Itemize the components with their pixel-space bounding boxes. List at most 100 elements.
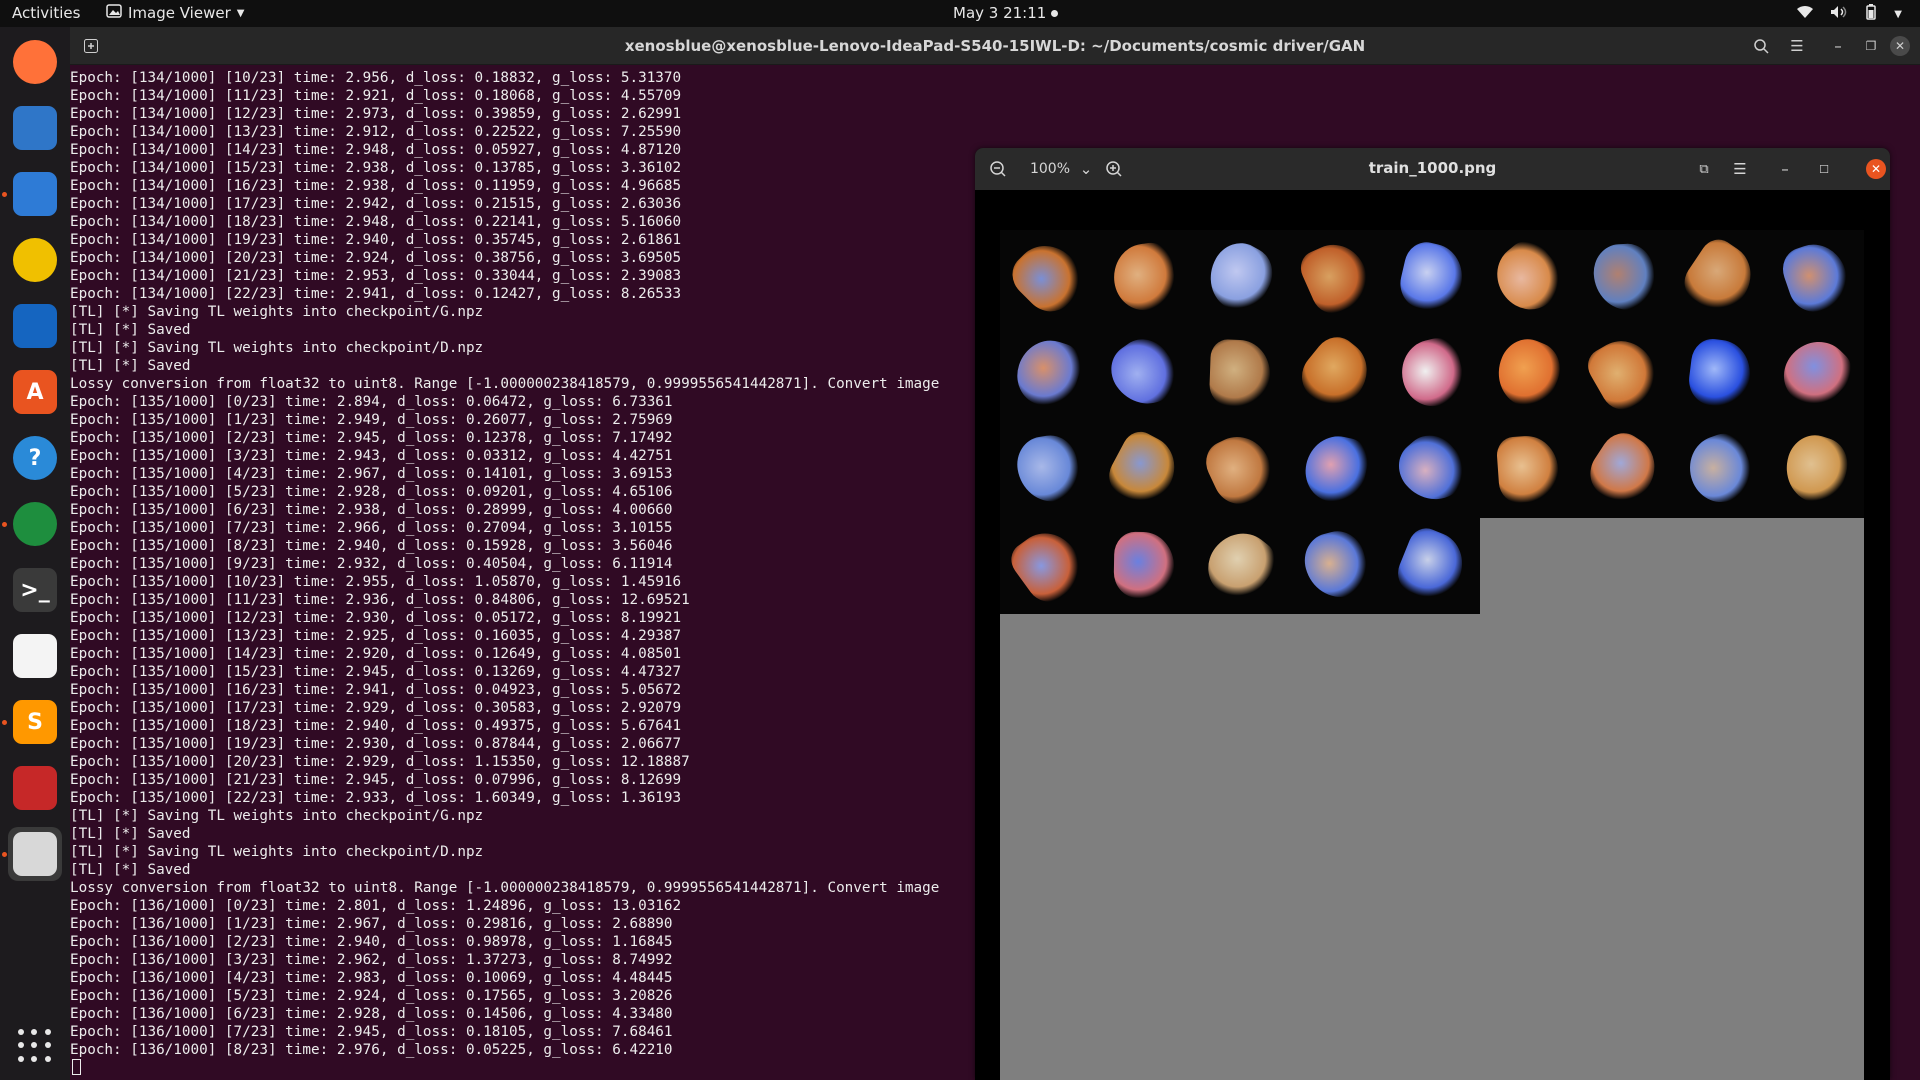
terminal-output[interactable]: Epoch: [134/1000] [10/23] time: 2.956, d… [70, 69, 975, 1080]
terminal-line: Epoch: [135/1000] [5/23] time: 2.928, d_… [70, 484, 673, 500]
terminal-icon: >_ [13, 568, 57, 612]
generated-sample-shape [1580, 424, 1668, 514]
generated-sample-shape [1102, 425, 1186, 513]
rhythmbox-launcher[interactable] [8, 233, 62, 287]
terminal-line: [TL] [*] Saved [70, 826, 191, 842]
generated-sample-tile [1288, 518, 1384, 614]
thunderbird-launcher[interactable] [8, 101, 62, 155]
terminal-line: [TL] [*] Saved [70, 322, 191, 338]
app-menu[interactable]: Image Viewer ▼ [106, 4, 244, 22]
apps-grid-dot-icon [18, 1029, 24, 1035]
menu-button[interactable]: ☰ [1784, 33, 1810, 59]
generated-sample-tile [1384, 518, 1480, 614]
minimize-icon: – [1834, 37, 1842, 55]
generated-sample-tile [1192, 230, 1288, 326]
apps-grid-dot-icon [44, 1055, 51, 1062]
terminal-line: Epoch: [134/1000] [18/23] time: 2.948, d… [70, 214, 682, 230]
generated-sample-shape [1009, 332, 1087, 414]
writer-icon [13, 304, 57, 348]
generated-sample-shape [1771, 328, 1861, 418]
generated-sample-tile [1192, 326, 1288, 422]
terminal-line: Epoch: [134/1000] [16/23] time: 2.938, d… [70, 178, 682, 194]
generated-sample-shape [1391, 523, 1473, 607]
generated-sample-tile [1288, 422, 1384, 518]
text-editor-launcher[interactable] [8, 629, 62, 683]
terminal-line: Epoch: [135/1000] [21/23] time: 2.945, d… [70, 772, 682, 788]
search-button[interactable] [1748, 33, 1774, 59]
show-applications-button[interactable] [18, 1029, 52, 1063]
system-tray[interactable]: ▼ [1796, 4, 1902, 24]
viewer-menu-button[interactable]: ☰ [1727, 156, 1753, 182]
generated-sample-shape [1395, 238, 1469, 316]
notification-dot-icon [1051, 9, 1059, 17]
generated-sample-tile [1672, 422, 1768, 518]
terminal-line: Epoch: [135/1000] [1/23] time: 2.949, d_… [70, 412, 673, 428]
text-editor-icon [13, 634, 57, 678]
terminal-line: Lossy conversion from float32 to uint8. … [70, 880, 940, 896]
viewer-close-button[interactable]: ✕ [1866, 159, 1886, 179]
clock[interactable]: May 3 21:11 [953, 4, 1059, 22]
generated-sample-tile [1672, 230, 1768, 326]
close-button[interactable]: ✕ [1890, 36, 1910, 56]
sublime-launcher[interactable]: S [8, 695, 62, 749]
hamburger-icon: ☰ [1733, 160, 1747, 178]
image-viewer-window[interactable]: 100% ⌄ train_1000.png ⧉ ☰ – ☐ ✕ [975, 148, 1890, 1080]
terminal-titlebar[interactable]: xenosblue@xenosblue-Lenovo-IdeaPad-S540-… [70, 27, 1920, 65]
generated-sample-tile [1096, 326, 1192, 422]
close-icon: ✕ [1870, 162, 1882, 176]
terminal-cursor [72, 1059, 81, 1075]
image-viewer-launcher[interactable] [8, 827, 62, 881]
viewer-header[interactable]: 100% ⌄ train_1000.png ⧉ ☰ – ☐ ✕ [975, 148, 1890, 190]
clock-label: May 3 21:11 [953, 4, 1047, 22]
firefox-launcher[interactable] [8, 35, 62, 89]
generated-sample-tile [1288, 326, 1384, 422]
terminal-line: Epoch: [134/1000] [20/23] time: 2.924, d… [70, 250, 682, 266]
gallery-button[interactable]: ⧉ [1691, 156, 1717, 182]
generated-sample-tile [1768, 230, 1864, 326]
minimize-button[interactable]: – [1825, 33, 1851, 59]
firefox-icon [13, 40, 57, 84]
viewer-maximize-button[interactable]: ☐ [1813, 156, 1835, 182]
mosaic-app-launcher[interactable] [8, 761, 62, 815]
terminal-line: Epoch: [135/1000] [19/23] time: 2.930, d… [70, 736, 682, 752]
apps-grid-dot-icon [44, 1029, 51, 1035]
apps-grid-dot-icon [31, 1055, 38, 1062]
writer-launcher[interactable] [8, 299, 62, 353]
help-launcher[interactable]: ? [8, 431, 62, 485]
generated-sample-tile [1096, 230, 1192, 326]
terminal-line: Epoch: [135/1000] [11/23] time: 2.936, d… [70, 592, 690, 608]
terminal-line: Epoch: [135/1000] [4/23] time: 2.967, d_… [70, 466, 673, 482]
restore-icon: ❐ [1865, 39, 1877, 53]
rhythmbox-icon [13, 238, 57, 282]
terminal-line: Epoch: [135/1000] [8/23] time: 2.940, d_… [70, 538, 673, 554]
files-launcher[interactable] [8, 167, 62, 221]
generated-sample-shape [1676, 232, 1764, 322]
terminal-line: Epoch: [134/1000] [14/23] time: 2.948, d… [70, 142, 682, 158]
generated-sample-shape [1483, 232, 1573, 322]
apps-grid-dot-icon [44, 1042, 51, 1049]
chrome-icon [13, 502, 57, 546]
chrome-launcher[interactable] [8, 497, 62, 551]
terminal-line: Epoch: [135/1000] [12/23] time: 2.930, d… [70, 610, 682, 626]
terminal-line: Epoch: [134/1000] [15/23] time: 2.938, d… [70, 160, 682, 176]
minimize-icon: – [1781, 160, 1789, 178]
terminal-line: Epoch: [135/1000] [20/23] time: 2.929, d… [70, 754, 690, 770]
generated-sample-shape [1487, 330, 1569, 416]
files-icon [13, 172, 57, 216]
terminal-line: [TL] [*] Saving TL weights into checkpoi… [70, 808, 484, 824]
terminal-launcher[interactable]: >_ [8, 563, 62, 617]
generated-sample-shape [1776, 236, 1856, 318]
terminal-line: Epoch: [134/1000] [11/23] time: 2.921, d… [70, 88, 682, 104]
terminal-line: Epoch: [135/1000] [15/23] time: 2.945, d… [70, 664, 682, 680]
restore-button[interactable]: ❐ [1858, 33, 1884, 59]
activities-button[interactable]: Activities [12, 4, 80, 22]
terminal-line: Epoch: [135/1000] [7/23] time: 2.966, d_… [70, 520, 673, 536]
generated-sample-shape [1208, 338, 1272, 408]
chevron-down-icon: ▼ [236, 7, 245, 19]
software-launcher[interactable]: A [8, 365, 62, 419]
image-canvas[interactable] [1000, 230, 1864, 1080]
generated-sample-tile [1096, 422, 1192, 518]
generated-sample-tile [1480, 422, 1576, 518]
viewer-minimize-button[interactable]: – [1774, 156, 1796, 182]
terminal-line: Epoch: [136/1000] [8/23] time: 2.976, d_… [70, 1042, 673, 1058]
